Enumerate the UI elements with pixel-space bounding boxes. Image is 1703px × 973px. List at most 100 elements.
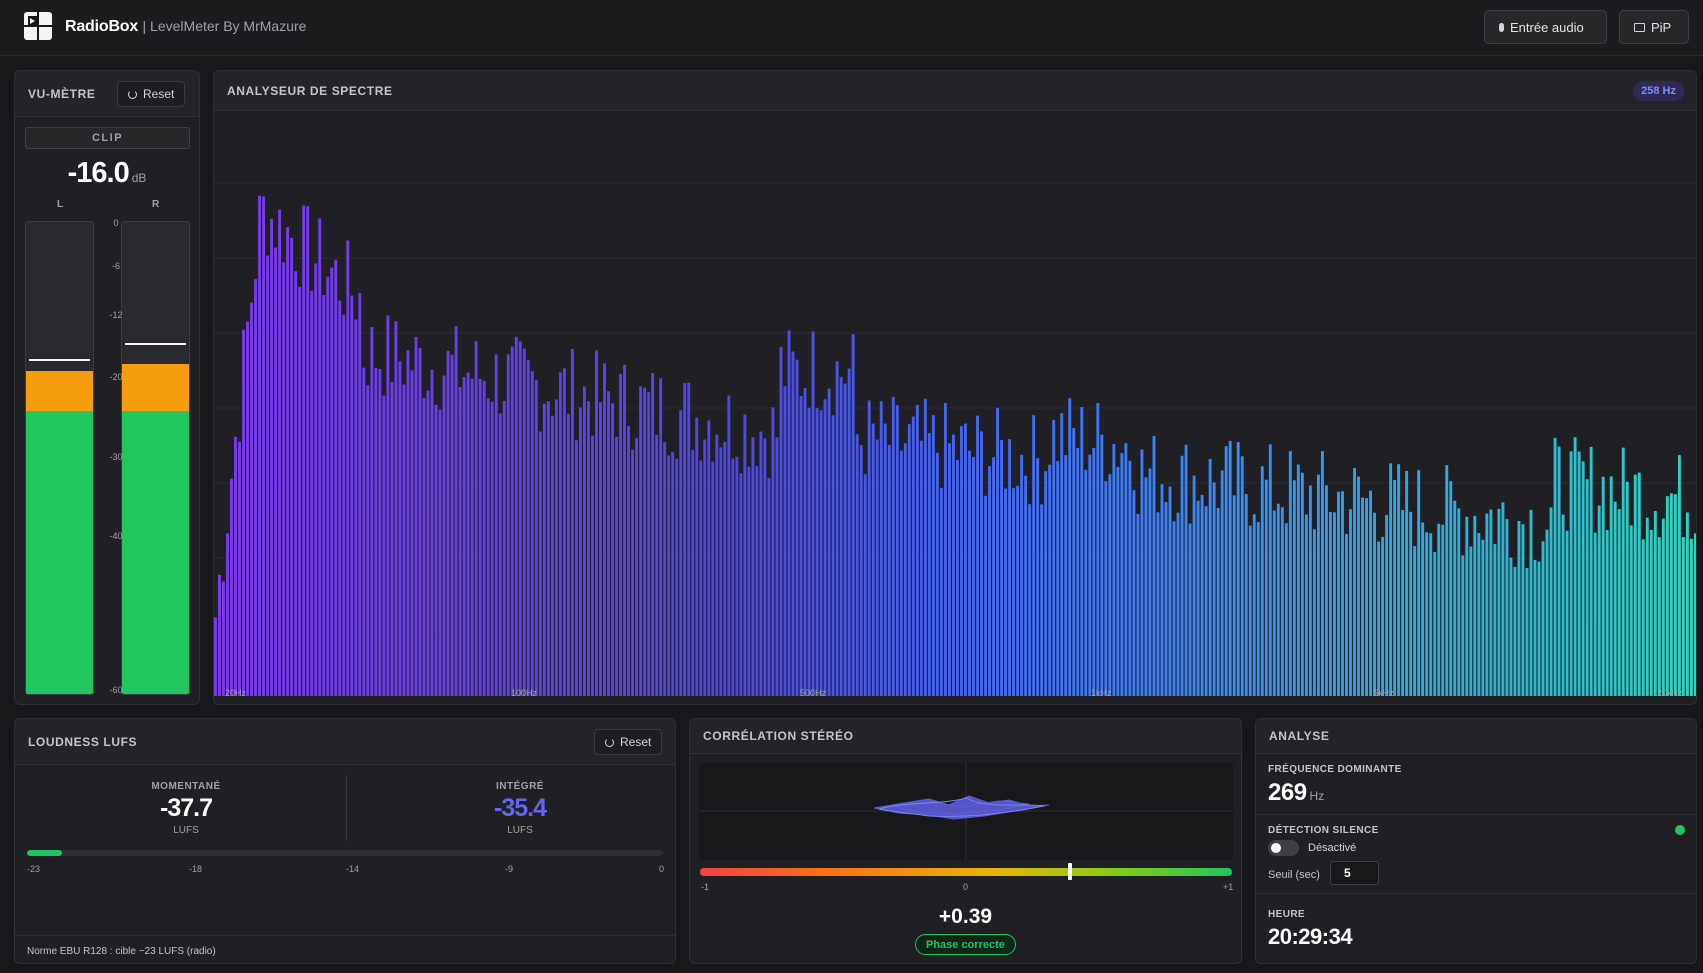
spectrum-bar xyxy=(1076,448,1080,696)
correlation-scale-label: +1 xyxy=(1223,882,1234,892)
spectrum-bar xyxy=(1300,472,1304,696)
spectrum-bar xyxy=(282,262,286,696)
spectrum-bar xyxy=(1525,568,1529,696)
spectrum-bar xyxy=(1172,521,1176,696)
spectrum-bar xyxy=(964,423,967,696)
level-readout: -16.0 dB xyxy=(15,157,199,190)
loudness-scale-label: -9 xyxy=(505,864,514,874)
spectrum-bar xyxy=(1084,469,1088,696)
dominant-frequency-unit: Hz xyxy=(1309,789,1325,803)
spectrum-bar xyxy=(1601,476,1605,696)
spectrum-bar xyxy=(1284,523,1288,696)
spectrum-bar xyxy=(1513,566,1517,696)
spectrum-bar xyxy=(414,337,418,696)
spectrum-bar xyxy=(1240,456,1244,696)
spectrum-bar xyxy=(478,379,482,696)
spectrum-bar xyxy=(262,196,266,696)
spectrum-bar xyxy=(1264,479,1268,696)
spectrum-bar xyxy=(927,433,931,696)
spectrum-bar xyxy=(767,478,771,696)
spectrum-bar xyxy=(783,386,787,696)
spectrum-bar xyxy=(996,407,999,696)
spectrum-bar xyxy=(1276,503,1280,696)
spectrum-bar xyxy=(743,414,747,696)
spectrum-bar xyxy=(1669,493,1673,696)
momentary-label: MOMENTANÉ xyxy=(151,781,221,792)
integrated-label: INTÉGRÉ xyxy=(496,781,544,792)
spectrum-bar xyxy=(1188,523,1192,696)
spectrum-bar xyxy=(823,399,827,696)
spectrum-bar xyxy=(755,466,759,696)
spectrum-bar xyxy=(835,361,839,696)
spectrum-bar xyxy=(482,380,486,696)
vu-reset-button[interactable]: Reset xyxy=(117,81,186,107)
spectrum-bar xyxy=(779,347,783,696)
spectrum-bar xyxy=(903,443,907,696)
spectrum-bar xyxy=(839,377,843,696)
spectrum-bar xyxy=(1677,455,1681,696)
spectrum-bar xyxy=(907,424,911,696)
spectrum-bar xyxy=(1132,490,1136,696)
loudness-reset-button[interactable]: Reset xyxy=(594,729,663,755)
spectrum-bar xyxy=(1180,455,1184,696)
spectrum-bar xyxy=(546,401,550,696)
spectrum-bar xyxy=(226,533,229,696)
loudness-scale-label: -14 xyxy=(346,864,360,874)
loudness-header: LOUDNESS LUFS xyxy=(15,719,675,765)
spectrum-bar xyxy=(390,381,394,696)
spectrum-bar xyxy=(1288,451,1292,696)
spectrum-bar xyxy=(939,488,943,696)
spectrum-bar xyxy=(1613,501,1617,696)
spectrum-bar xyxy=(1060,413,1064,696)
spectrum-bar xyxy=(591,435,594,696)
audio-input-button[interactable]: Entrée audio xyxy=(1484,10,1607,44)
spectrum-bar xyxy=(1501,502,1505,696)
spectrum-bar xyxy=(911,416,915,696)
spectrum-bar xyxy=(803,388,807,696)
spectrum-bar xyxy=(502,401,506,696)
spectrum-bar xyxy=(1341,491,1344,696)
spectrum-bar xyxy=(1280,507,1284,696)
pip-button[interactable]: PiP xyxy=(1619,10,1689,44)
spectrum-bar xyxy=(795,359,799,696)
spectrum-bar xyxy=(1144,477,1148,696)
spectrum-bar xyxy=(406,350,410,696)
spectrum-bar xyxy=(759,431,763,696)
right-green-fill xyxy=(122,410,189,694)
x-axis-label: 500Hz xyxy=(800,688,827,698)
spectrum-bar xyxy=(1244,494,1248,696)
spectrum-bar xyxy=(314,263,318,696)
spectrum-bar xyxy=(631,449,635,696)
spectrum-bar xyxy=(362,367,366,696)
spectrum-bar xyxy=(578,407,582,696)
spectrum-header: ANALYSEUR DE SPECTRE xyxy=(214,71,1696,111)
spectrum-bar xyxy=(1152,435,1156,696)
app-title: RadioBox | LevelMeter By MrMazure xyxy=(65,18,306,36)
spectrum-bar xyxy=(494,354,498,696)
spectrum-bar xyxy=(1373,512,1377,696)
spectrum-bar xyxy=(976,415,979,696)
spectrum-bar xyxy=(855,434,859,696)
spectrum-bar xyxy=(799,395,803,696)
threshold-input[interactable] xyxy=(1330,861,1379,885)
spectrum-bar xyxy=(250,302,253,696)
spectrum-bar xyxy=(1320,451,1324,696)
spectrum-bar xyxy=(1224,446,1228,696)
clip-indicator[interactable]: CLIP xyxy=(25,127,190,149)
spectrum-bar xyxy=(514,336,518,696)
spectrum-bar xyxy=(1461,555,1465,696)
audio-input-label: Entrée audio xyxy=(1510,19,1584,35)
left-orange-fill xyxy=(26,370,93,411)
spectrum-bar xyxy=(1665,496,1669,696)
spectrum-bar xyxy=(1405,471,1409,696)
spectrum-bar xyxy=(1661,518,1665,696)
spectrum-bar xyxy=(1156,512,1160,696)
spectrum-bar xyxy=(731,458,735,696)
silence-toggle[interactable] xyxy=(1268,840,1299,856)
spectrum-bar xyxy=(506,354,510,696)
spectrum-bar xyxy=(1537,561,1541,696)
spectrum-bar xyxy=(322,295,326,696)
loudness-scale-label: -23 xyxy=(27,864,41,874)
spectrum-bar xyxy=(1220,470,1224,696)
spectrum-bar xyxy=(1329,512,1332,696)
